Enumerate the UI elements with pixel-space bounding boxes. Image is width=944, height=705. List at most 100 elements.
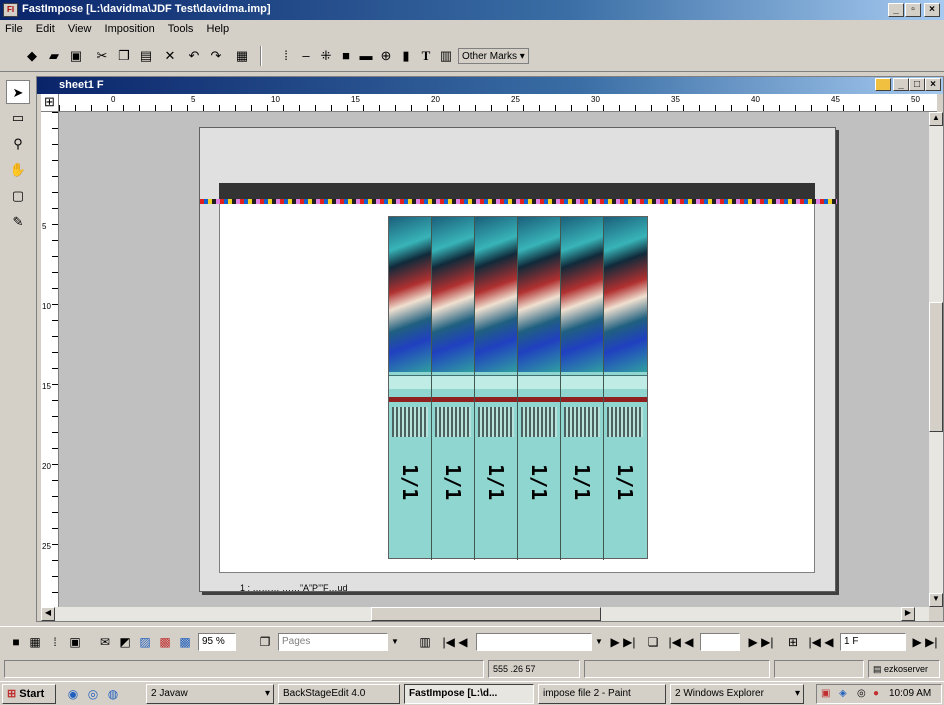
minimize-button[interactable]: _ — [888, 3, 904, 17]
tray-icon[interactable]: ▣ — [821, 685, 830, 703]
redo-icon[interactable]: ↷ — [206, 46, 226, 66]
next-last-page-icon[interactable]: ▶ ▶| — [606, 633, 640, 651]
sheet-grid-icon[interactable]: ⊞ — [784, 633, 802, 651]
imposed-page[interactable]: 1/1 — [561, 217, 604, 560]
page-field[interactable] — [476, 633, 592, 651]
menu-help[interactable]: Help — [202, 20, 235, 38]
separation-icon[interactable]: ▩ — [176, 633, 194, 651]
next-last-surface-icon[interactable]: ▶ ▶| — [744, 633, 778, 651]
undo-icon[interactable]: ↶ — [184, 46, 204, 66]
register-mark-icon[interactable]: ⊕ — [376, 46, 396, 66]
menu-view[interactable]: View — [63, 20, 97, 38]
pages-icon[interactable]: ❐ — [256, 633, 274, 651]
slug-line-text[interactable]: 1 : ……… ……”A”P’”F…ud — [240, 583, 348, 593]
next-last-sheet-icon[interactable]: ▶ ▶| — [910, 633, 940, 651]
scroll-down-arrow-icon[interactable]: ▼ — [929, 593, 943, 607]
imposed-page[interactable]: 1/1 — [475, 217, 518, 560]
copy-icon[interactable]: ❐ — [114, 46, 134, 66]
hand-pan-icon[interactable]: ✋ — [6, 158, 30, 182]
imposed-page[interactable]: 1/1 — [518, 217, 561, 560]
zoom-icon[interactable]: ⚲ — [6, 132, 30, 156]
imposed-page[interactable]: 1/1 — [389, 217, 432, 560]
taskbar-item-fastimpose[interactable]: FastImpose [L:\d... — [404, 684, 534, 704]
eyedropper-icon[interactable]: ✎ — [6, 210, 30, 234]
text-tool-icon[interactable]: T — [416, 46, 436, 66]
scroll-left-arrow-icon[interactable]: ◀ — [41, 607, 55, 621]
cut-icon[interactable]: ✂ — [92, 46, 112, 66]
gradient-icon[interactable]: ▮ — [396, 46, 416, 66]
other-marks-dropdown[interactable]: Other Marks ▾ — [458, 48, 529, 64]
proof-icon[interactable]: ▨ — [136, 633, 154, 651]
view-mode-icon[interactable]: ■ — [8, 633, 24, 651]
show-desktop-icon[interactable]: ◉ — [64, 685, 82, 703]
line-icon[interactable]: ⁞ — [276, 46, 296, 66]
imposition-canvas[interactable]: 1/1 1/1 1/1 1/1 1/1 1/1 1: ……… ……”A”P’”… — [59, 112, 929, 607]
page-tool-icon[interactable]: ▢ — [6, 184, 30, 208]
surface-icon[interactable]: ❏ — [644, 633, 662, 651]
doc-minimize-button[interactable]: _ — [893, 78, 909, 91]
color-control-bar[interactable] — [200, 199, 837, 204]
clock[interactable]: 10:09 AM — [889, 685, 931, 703]
dash-icon[interactable]: – — [296, 46, 316, 66]
tray-icon[interactable]: ◈ — [839, 685, 847, 703]
scroll-up-arrow-icon[interactable]: ▲ — [929, 112, 943, 126]
paste-icon[interactable]: ▤ — [136, 46, 156, 66]
sheet-field[interactable]: 1 F — [840, 633, 906, 651]
first-prev-surface-icon[interactable]: |◀ ◀ — [664, 633, 698, 651]
fill-block-icon[interactable]: ■ — [336, 46, 356, 66]
taskbar-item-javaw[interactable]: 2 Javaw ▾ — [146, 684, 274, 704]
ruler-origin-icon[interactable]: ⊞ — [41, 94, 59, 112]
page-chevron-down-icon[interactable]: ▼ — [592, 633, 606, 651]
open-folder-icon[interactable]: ▰ — [44, 46, 64, 66]
save-icon[interactable]: ▣ — [66, 46, 86, 66]
barcode-icon[interactable]: ▥ — [436, 46, 456, 66]
view-select-chevron-down-icon[interactable]: ▼ — [388, 633, 402, 651]
press-sheet[interactable]: 1/1 1/1 1/1 1/1 1/1 1/1 1: ……… ……”A”P’”… — [199, 127, 837, 593]
menu-tools[interactable]: Tools — [163, 20, 199, 38]
taskbar-item-explorer[interactable]: 2 Windows Explorer ▾ — [670, 684, 804, 704]
color-view-icon[interactable]: ▩ — [156, 633, 174, 651]
doc-maximize-button[interactable]: □ — [909, 78, 925, 91]
delete-icon[interactable]: ✕ — [160, 46, 180, 66]
vertical-scroll-thumb[interactable] — [929, 302, 943, 432]
menu-file[interactable]: File — [0, 20, 28, 38]
grid-view-icon[interactable]: ▦ — [26, 633, 44, 651]
mail-icon[interactable]: ✉ — [96, 633, 114, 651]
color-bar-icon[interactable]: ▬ — [356, 46, 376, 66]
surface-field[interactable] — [700, 633, 740, 651]
vertical-scrollbar[interactable]: ▲ ▼ — [929, 112, 943, 607]
taskbar-item-paint[interactable]: impose file 2 - Paint — [538, 684, 666, 704]
browser-icon[interactable]: ◎ — [84, 685, 102, 703]
imposed-pages-block[interactable]: 1/1 1/1 1/1 1/1 1/1 1/1 — [388, 216, 648, 560]
scroll-right-arrow-icon[interactable]: ▶ — [901, 607, 915, 621]
imposed-page[interactable]: 1/1 — [604, 217, 647, 560]
preview-icon[interactable]: ◩ — [116, 633, 134, 651]
menu-edit[interactable]: Edit — [31, 20, 60, 38]
pointer-arrow-icon[interactable]: ➤ — [6, 80, 30, 104]
first-prev-sheet-icon[interactable]: |◀ ◀ — [804, 633, 838, 651]
new-icon[interactable]: ◆ — [22, 46, 42, 66]
menu-imposition[interactable]: Imposition — [100, 20, 160, 38]
taskbar-item-backstageedit[interactable]: BackStageEdit 4.0 — [278, 684, 400, 704]
rectangle-tool-icon[interactable]: ▭ — [6, 106, 30, 130]
crop-mark-icon[interactable]: ⁜ — [316, 46, 336, 66]
doc-close-button[interactable]: × — [925, 78, 941, 91]
page-view-icon[interactable]: ▣ — [66, 633, 84, 651]
imposed-page[interactable]: 1/1 — [432, 217, 475, 560]
tray-icon[interactable]: ● — [873, 685, 879, 703]
horizontal-scrollbar[interactable]: ◀ ▶ — [41, 607, 929, 621]
zoom-field[interactable]: 95 % — [198, 633, 236, 651]
close-button[interactable]: × — [924, 3, 940, 17]
start-button[interactable]: ⊞ Start — [2, 684, 56, 704]
restore-button[interactable]: ▫ — [905, 3, 921, 17]
horizontal-scroll-thumb[interactable] — [371, 607, 601, 621]
tray-icon[interactable]: ◎ — [857, 685, 866, 703]
page-list-icon[interactable]: ▥ — [416, 633, 434, 651]
first-prev-page-icon[interactable]: |◀ ◀ — [438, 633, 472, 651]
vertical-ruler[interactable]: 5 10 15 20 25 — [41, 112, 59, 607]
horizontal-ruler[interactable]: 0 5 10 15 20 25 30 35 40 45 50 — [59, 94, 937, 112]
view-select[interactable]: Pages — [278, 633, 388, 651]
quicklaunch-icon[interactable]: ◍ — [104, 685, 122, 703]
list-view-icon[interactable]: ⁞ — [46, 633, 64, 651]
sheet-setup-icon[interactable]: ▦ — [232, 46, 252, 66]
